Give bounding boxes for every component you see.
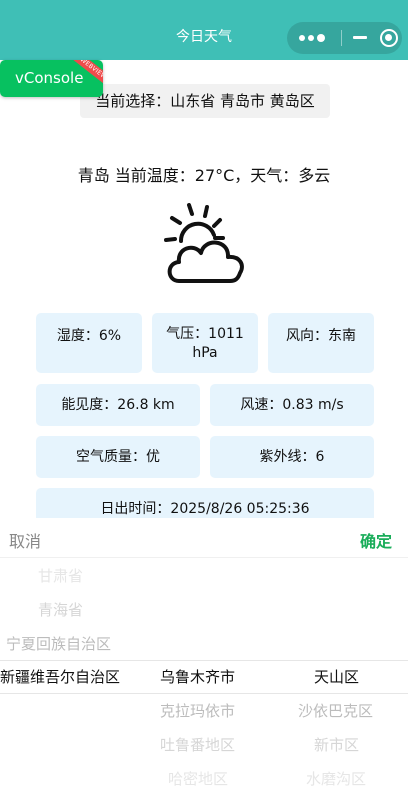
city-option[interactable]: 克拉玛依市 [160, 694, 235, 728]
wind-direction-card: 风向：东南 [268, 313, 374, 373]
province-option[interactable]: 宁夏回族自治区 [6, 627, 111, 661]
current-weather-summary: 青岛 当前温度：27°C，天气：多云 [77, 166, 331, 185]
district-option[interactable]: 新市区 [314, 728, 359, 762]
picker-toolbar: 取消 确定 [0, 518, 408, 558]
capsule-divider [341, 30, 342, 46]
district-option[interactable]: 水磨沟区 [306, 762, 366, 792]
mini-program-capsule [287, 22, 402, 54]
uv-card: 紫外线：6 [210, 436, 374, 478]
wind-speed-value: 风速：0.83 m/s [240, 397, 344, 413]
air-quality-value: 空气质量：优 [76, 449, 160, 465]
district-option[interactable]: 沙依巴克区 [298, 694, 373, 728]
pressure-value: 气压：1011 [166, 326, 244, 342]
vconsole-label: vConsole [15, 69, 84, 87]
minimize-icon[interactable] [351, 36, 369, 54]
city-option[interactable]: 哈密地区 [168, 762, 228, 792]
uv-value: 紫外线：6 [259, 449, 325, 465]
wind-speed-card: 风速：0.83 m/s [210, 384, 374, 426]
pressure-card: 气压：1011 hPa [152, 313, 258, 373]
visibility-value: 能见度：26.8 km [61, 397, 175, 413]
district-option-selected[interactable]: 天山区 [314, 660, 359, 694]
confirm-button[interactable]: 确定 [360, 528, 392, 552]
wind-direction-value: 风向：东南 [286, 328, 356, 344]
visibility-card: 能见度：26.8 km [36, 384, 200, 426]
province-option-selected[interactable]: 新疆维吾尔自治区 [0, 660, 120, 694]
region-selection-button[interactable]: 当前选择：山东省 青岛市 黄岛区 [80, 84, 330, 118]
air-quality-card: 空气质量：优 [36, 436, 200, 478]
city-option-selected[interactable]: 乌鲁木齐市 [160, 660, 235, 694]
region-picker[interactable]: 甘肃省 青海省 宁夏回族自治区 新疆维吾尔自治区 乌鲁木齐市 克拉玛依市 吐鲁番… [0, 558, 408, 792]
close-target-icon[interactable] [380, 29, 398, 47]
city-option[interactable]: 吐鲁番地区 [160, 728, 235, 762]
vconsole-button[interactable]: vConsole WEBVIEW [0, 60, 103, 97]
weather-page: 今日天气 vConsole WEBVIEW 当前选择：山东省 青岛市 黄岛区 青… [0, 0, 408, 792]
humidity-card: 湿度：6% [36, 313, 142, 373]
province-option[interactable]: 青海省 [38, 593, 83, 627]
navigation-bar: 今日天气 [0, 0, 408, 60]
partly-cloudy-icon [164, 203, 244, 283]
cancel-button[interactable]: 取消 [9, 528, 41, 552]
pressure-unit: hPa [192, 345, 218, 361]
more-menu-icon[interactable] [299, 32, 327, 44]
province-option[interactable]: 甘肃省 [38, 559, 83, 593]
humidity-value: 湿度：6% [56, 328, 122, 344]
